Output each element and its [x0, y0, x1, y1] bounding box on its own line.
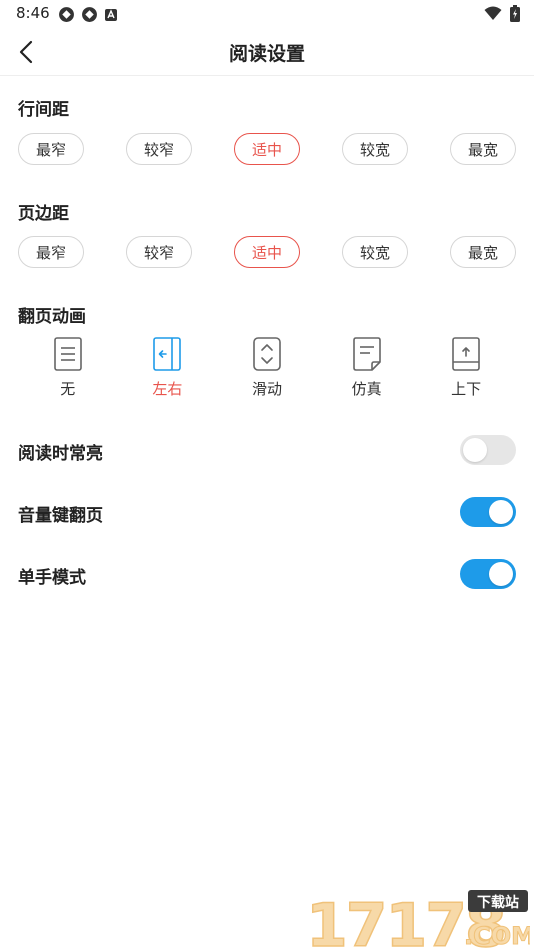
volume-key-page-label: 音量键翻页: [18, 506, 103, 526]
page-margin-option-narrowest[interactable]: 最窄: [18, 236, 84, 268]
toggle-knob: [489, 562, 513, 586]
page-slide-icon: [253, 337, 281, 371]
svg-text:.COM: .COM: [464, 922, 530, 950]
page-vertical-icon: [452, 337, 480, 371]
page-title: 阅读设置: [228, 43, 305, 65]
page-animation-option-none[interactable]: 无: [18, 336, 118, 399]
page-horizontal-icon: [153, 337, 182, 371]
svg-text:下载站: 下载站: [477, 894, 519, 911]
page-animation-option-label: 仿真: [351, 380, 382, 398]
sync-icon: [59, 7, 74, 22]
line-spacing-option-narrow[interactable]: 较窄: [126, 133, 192, 165]
page-animation-label: 翻页动画: [18, 307, 86, 327]
battery-charging-icon: [510, 5, 520, 22]
nav-bar: 阅读设置: [0, 28, 534, 76]
one-hand-mode-toggle[interactable]: [460, 559, 516, 589]
page-animation-option-horizontal[interactable]: 左右: [118, 336, 218, 399]
line-spacing-option-widest[interactable]: 最宽: [450, 133, 516, 165]
line-spacing-option-medium[interactable]: 适中: [234, 133, 300, 165]
line-spacing-label: 行间距: [18, 100, 69, 120]
status-system-icons: [484, 5, 520, 22]
toggle-row-screen-on: 阅读时常亮: [18, 435, 516, 467]
line-spacing-option-narrowest[interactable]: 最窄: [18, 133, 84, 165]
page-animation-option-label: 滑动: [251, 380, 282, 398]
app-notification-icon: [105, 8, 117, 21]
toggle-row-one-hand: 单手模式: [18, 559, 516, 591]
volume-key-page-toggle[interactable]: [460, 497, 516, 527]
page-margin-options: 最窄 较窄 适中 较宽 最宽: [18, 236, 516, 268]
page-animation-option-vertical[interactable]: 上下: [416, 336, 516, 399]
watermark-logo: 17178 下载站 .COM: [305, 890, 530, 950]
status-time: 8:46: [16, 4, 50, 22]
page-margin-option-medium[interactable]: 适中: [234, 236, 300, 268]
line-spacing-option-wide[interactable]: 较宽: [342, 133, 408, 165]
status-bar: 8:46: [0, 0, 534, 28]
page-margin-label: 页边距: [18, 204, 69, 224]
page-animation-option-label: 上下: [451, 380, 482, 398]
page-animation-options: 无 左右 滑动 仿真 上下: [18, 336, 516, 399]
screen-on-label: 阅读时常亮: [18, 444, 103, 464]
wifi-icon: [484, 6, 502, 20]
toggle-knob: [463, 438, 487, 462]
page-animation-option-label: 无: [60, 380, 76, 398]
page-curl-icon: [352, 337, 381, 371]
page-animation-option-curl[interactable]: 仿真: [317, 336, 417, 399]
page-margin-option-narrow[interactable]: 较窄: [126, 236, 192, 268]
status-notifications: [58, 6, 118, 23]
toggle-row-volume-key: 音量键翻页: [18, 497, 516, 529]
line-spacing-options: 最窄 较窄 适中 较宽 最宽: [18, 133, 516, 165]
page-none-icon: [53, 337, 82, 371]
toggle-knob: [489, 500, 513, 524]
page-margin-option-widest[interactable]: 最宽: [450, 236, 516, 268]
page-animation-option-slide[interactable]: 滑动: [217, 336, 317, 399]
page-animation-option-label: 左右: [152, 380, 183, 398]
sync-icon: [82, 7, 97, 22]
screen-on-toggle[interactable]: [460, 435, 516, 465]
one-hand-mode-label: 单手模式: [18, 568, 86, 588]
page-margin-option-wide[interactable]: 较宽: [342, 236, 408, 268]
